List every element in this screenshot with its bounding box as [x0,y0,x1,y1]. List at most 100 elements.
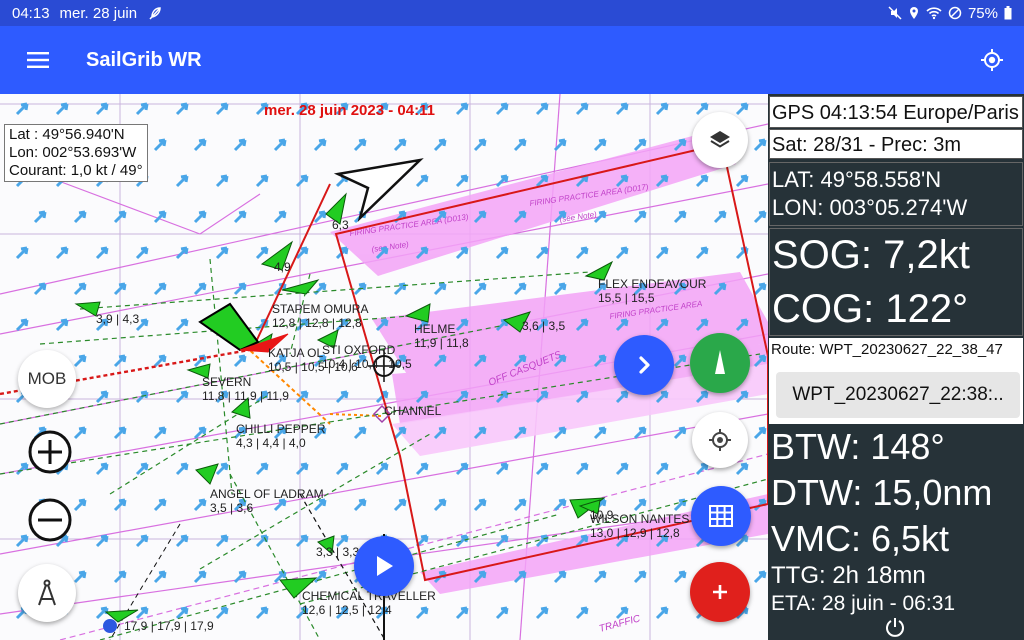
mute-icon [888,6,902,20]
route-name-cell: Route: WPT_20230627_22_38_47 [769,338,1023,368]
current-arrow-icon [215,462,229,476]
current-arrow-icon [313,138,327,152]
current-arrow-icon [753,138,767,152]
battery-icon [1004,6,1012,20]
current-arrow-icon [353,138,367,152]
route-name: Route: WPT_20230627_22_38_47 [771,341,1003,358]
sailgrib-screen: 04:13 mer. 28 juin 75% SailGrib WR FIRIN… [0,0,1024,640]
cursor-lon: Lon: 002°53.693'W [9,144,137,161]
vessel-speeds: 3,3 | 3,3 [316,545,360,559]
current-arrow-icon [415,174,429,188]
current-arrow-icon [535,246,549,260]
current-arrow-icon [735,102,749,116]
hamburger-icon [27,52,49,68]
current-arrow-icon [495,462,509,476]
current-arrow-icon [73,210,87,224]
zoom-out-button[interactable] [24,494,76,546]
menu-button[interactable] [0,26,76,94]
current-arrow-icon [735,174,749,188]
zoom-in-button[interactable] [24,426,76,478]
vessel-name: SEVERN [202,375,252,389]
vessel-speeds: 3,9 | 4,3 [96,312,140,326]
position-dot [103,619,117,633]
location-icon [908,6,920,20]
vessel-name: HELME [414,322,456,336]
current-arrow-icon [753,210,767,224]
add-button[interactable] [690,562,750,622]
do-not-disturb-icon [948,6,962,20]
current-arrow-icon [313,570,327,584]
vmc-value: VMC: 6,5kt [771,518,950,559]
center-on-boat-button[interactable] [692,412,748,468]
current-arrow-icon [233,570,247,584]
vessel-label: SEVERN 11,8 | 11,9 | 11,9 [202,375,289,403]
status-time: 04:13 [12,4,50,22]
vessel-label: HELME 11,9 | 11,8 [414,322,469,350]
satellite-cell: Sat: 28/31 - Prec: 3m [769,129,1023,159]
vessel-name: STAPEM OMURA [272,302,369,316]
current-arrow-icon [233,210,247,224]
position-cell: LAT: 49°58.558'N LON: 003°05.274'W [769,162,1023,226]
current-arrow-icon [495,534,509,548]
current-arrow-icon [695,102,709,116]
mob-button[interactable]: MOB [18,350,76,408]
compass-tool-button[interactable] [18,564,76,622]
current-arrow-icon [215,246,229,260]
current-arrow-icon [193,498,207,512]
current-arrow-icon [753,282,767,296]
current-arrow-icon [393,498,407,512]
current-arrow-icon [255,246,269,260]
current-arrow-icon [295,462,309,476]
current-arrow-icon [175,102,189,116]
play-simulation-button[interactable] [354,536,414,596]
satellite-info: Sat: 28/31 - Prec: 3m [772,134,961,156]
sail-mode-button[interactable] [690,333,750,393]
current-arrow-icon [633,138,647,152]
cursor-info-box: Lat : 49°56.940'N Lon: 002°53.693'W Cour… [4,124,148,182]
current-arrow-icon [135,102,149,116]
current-arrow-icon [255,534,269,548]
current-arrow-icon [375,462,389,476]
system-status-bar: 04:13 mer. 28 juin 75% [0,0,1024,26]
layers-icon [710,131,730,148]
current-arrow-icon [273,210,287,224]
plus-icon [713,585,727,599]
waypoint-selector[interactable]: WPT_20230627_22:38:.. [776,372,1020,418]
current-arrow-icon [673,210,687,224]
vessel-icon[interactable] [195,463,219,485]
power-button[interactable] [884,616,906,638]
layers-button[interactable] [692,112,748,168]
current-arrow-icon [153,426,167,440]
current-arrow-icon [175,174,189,188]
current-arrow-icon [393,138,407,152]
app-title: SailGrib WR [86,48,202,71]
current-arrow-icon [655,606,669,620]
nautical-chart-map[interactable]: FIRING PRACTICE AREA (D013) FIRING PRACT… [0,94,768,640]
current-arrow-icon [135,534,149,548]
next-waypoint-button[interactable] [614,335,674,395]
current-arrow-icon [753,426,767,440]
current-arrow-icon [135,606,149,620]
current-arrow-icon [73,282,87,296]
app-bar: SailGrib WR [0,26,1024,94]
plus-circle-icon [28,430,72,474]
current-arrow-icon [73,498,87,512]
current-arrow-icon [575,606,589,620]
vessel-speeds: 15,5 | 15,5 [598,291,655,305]
current-arrow-icon [455,174,469,188]
current-arrow-icon [335,462,349,476]
current-arrow-icon [615,246,629,260]
current-arrow-icon [473,498,487,512]
current-arrow-icon [513,498,527,512]
current-arrow-icon [175,246,189,260]
vessel-speeds: 3,5 | 3,6 [210,501,254,515]
current-arrow-icon [153,138,167,152]
current-arrow-icon [135,462,149,476]
data-table-button[interactable] [691,486,751,546]
vessel-label: ANGEL OF LADRAM 3,5 | 3,6 [210,487,324,515]
gps-locate-button[interactable] [960,26,1024,94]
current-arrow-icon [175,462,189,476]
current-arrow-icon [255,174,269,188]
sog-value: SOG: 7,2kt [772,233,970,277]
current-arrow-icon [215,174,229,188]
